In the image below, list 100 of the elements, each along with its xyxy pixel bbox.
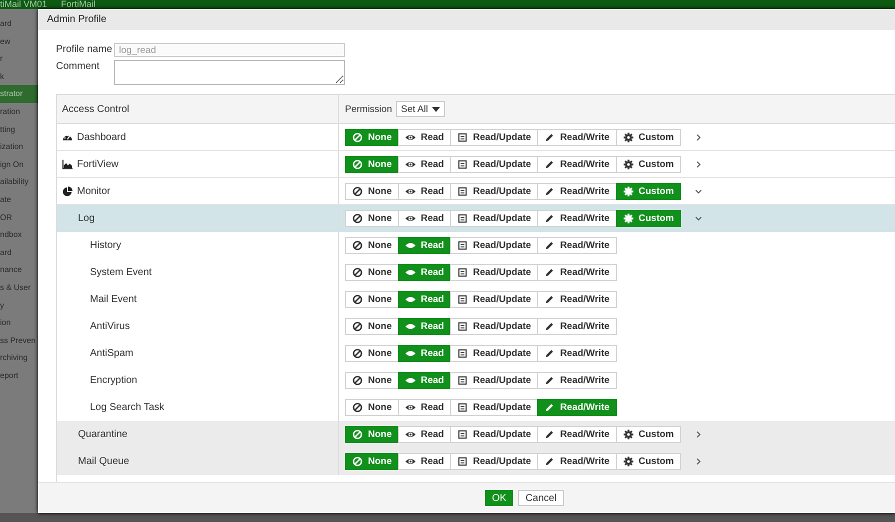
permission-option[interactable]: Read/Write: [537, 345, 617, 362]
row-label: Dashboard: [77, 132, 126, 142]
permission-option[interactable]: Read/Update: [450, 291, 538, 308]
document-icon: [456, 158, 468, 170]
row-label: AntiVirus: [90, 321, 130, 332]
permission-option[interactable]: Read: [398, 345, 451, 362]
permission-option[interactable]: Read: [398, 237, 451, 254]
permission-option[interactable]: Read: [398, 453, 451, 470]
permission-option[interactable]: Read/Update: [450, 128, 538, 146]
permission-option[interactable]: Read/Write: [537, 426, 617, 443]
ok-button[interactable]: OK: [485, 490, 514, 506]
permission-option[interactable]: Read: [398, 426, 451, 443]
row-label: System Event: [90, 267, 152, 278]
permission-option[interactable]: Read/Update: [450, 318, 538, 335]
permission-option[interactable]: Read: [398, 264, 451, 281]
row-label: History: [90, 240, 122, 251]
sidebar-item[interactable]: strator: [0, 85, 38, 103]
document-icon: [456, 429, 468, 440]
pencil-icon: [544, 158, 556, 170]
permission-option[interactable]: None: [345, 426, 399, 443]
document-icon: [456, 294, 468, 305]
sidebar-item[interactable]: ndbox: [0, 226, 38, 244]
ban-icon: [352, 456, 363, 467]
permission-option[interactable]: None: [345, 399, 399, 416]
ban-icon: [352, 402, 363, 413]
permission-option[interactable]: None: [345, 453, 399, 470]
pencil-icon: [544, 186, 556, 196]
gear-icon: [622, 213, 634, 224]
pencil-icon: [544, 429, 556, 440]
caret-icon: [432, 106, 440, 112]
permission-option[interactable]: Read/Write: [537, 128, 617, 146]
permission-option[interactable]: Read: [398, 156, 451, 172]
permission-option[interactable]: None: [345, 291, 399, 308]
ban-icon: [352, 240, 363, 251]
ban-icon: [352, 267, 363, 278]
ban-icon: [352, 429, 363, 440]
sidebar-item[interactable]: k: [0, 68, 38, 86]
permission-option[interactable]: None: [345, 372, 399, 389]
permission-option[interactable]: Read/Update: [450, 237, 538, 254]
permission-option[interactable]: Custom: [616, 128, 681, 146]
permission-option[interactable]: Custom: [616, 182, 681, 200]
permission-option[interactable]: Read/Write: [537, 182, 617, 200]
permission-option[interactable]: Read/Write: [537, 372, 617, 389]
permission-option[interactable]: Read/Write: [537, 210, 617, 227]
permission-option[interactable]: Read/Update: [450, 399, 538, 416]
permission-option[interactable]: Read: [398, 291, 451, 308]
permission-option[interactable]: Read/Write: [537, 264, 617, 281]
permission-option[interactable]: None: [345, 318, 399, 335]
pencil-icon: [544, 402, 556, 413]
permission-option[interactable]: Read/Write: [537, 318, 617, 335]
permission-option[interactable]: Read/Write: [537, 399, 617, 416]
permission-option[interactable]: Read/Write: [537, 237, 617, 254]
permission-option[interactable]: Read/Write: [537, 291, 617, 308]
permission-option[interactable]: Read/Write: [537, 156, 617, 172]
chevron-down-icon[interactable]: [694, 214, 703, 223]
app-title: tiMail VM01: [0, 0, 48, 9]
ban-icon: [352, 186, 363, 196]
set-all-dropdown[interactable]: Set All: [396, 101, 445, 117]
row-label: Log: [78, 213, 95, 224]
permission-option[interactable]: Read/Update: [450, 345, 538, 362]
permission-option[interactable]: None: [345, 237, 399, 254]
permission-option[interactable]: Read/Update: [450, 453, 538, 470]
document-icon: [456, 240, 468, 251]
permission-option[interactable]: Read: [398, 210, 451, 227]
permission-option[interactable]: Read/Update: [450, 156, 538, 172]
permission-option[interactable]: Read/Write: [537, 453, 617, 470]
permission-option[interactable]: Read: [398, 318, 451, 335]
permission-option[interactable]: Read/Update: [450, 210, 538, 227]
permission-option[interactable]: Read: [398, 128, 451, 146]
document-icon: [456, 132, 468, 142]
permission-option[interactable]: None: [345, 345, 399, 362]
ban-icon: [352, 321, 363, 332]
permission-option[interactable]: Read/Update: [450, 182, 538, 200]
permission-option[interactable]: Read: [398, 399, 451, 416]
permission-option[interactable]: Custom: [616, 156, 681, 172]
row-label: Log Search Task: [90, 402, 164, 413]
permission-option[interactable]: Custom: [616, 210, 681, 227]
pencil-icon: [544, 213, 556, 224]
sidebar-item[interactable]: y: [0, 296, 38, 314]
permission-option[interactable]: Read/Update: [450, 372, 538, 389]
column-header: Permission: [345, 104, 392, 114]
permission-option[interactable]: Read: [398, 182, 451, 200]
permission-option[interactable]: None: [345, 264, 399, 281]
document-icon: [456, 456, 468, 467]
permission-option[interactable]: None: [345, 182, 399, 200]
permission-option[interactable]: Custom: [616, 453, 681, 470]
comment-field[interactable]: [114, 60, 345, 85]
permission-option[interactable]: None: [345, 210, 399, 227]
row-label: Mail Event: [90, 294, 137, 305]
cancel-button[interactable]: Cancel: [518, 490, 564, 506]
pencil-icon: [544, 240, 556, 251]
permission-option[interactable]: Read: [398, 372, 451, 389]
permission-option[interactable]: Read/Update: [450, 426, 538, 443]
permission-option[interactable]: None: [345, 128, 399, 146]
permission-option[interactable]: None: [345, 156, 399, 172]
pencil-icon: [544, 321, 556, 332]
permission-option[interactable]: Read/Update: [450, 264, 538, 281]
pencil-icon: [544, 456, 556, 467]
sidebar-item[interactable]: r: [0, 50, 38, 68]
permission-option[interactable]: Custom: [616, 426, 681, 443]
